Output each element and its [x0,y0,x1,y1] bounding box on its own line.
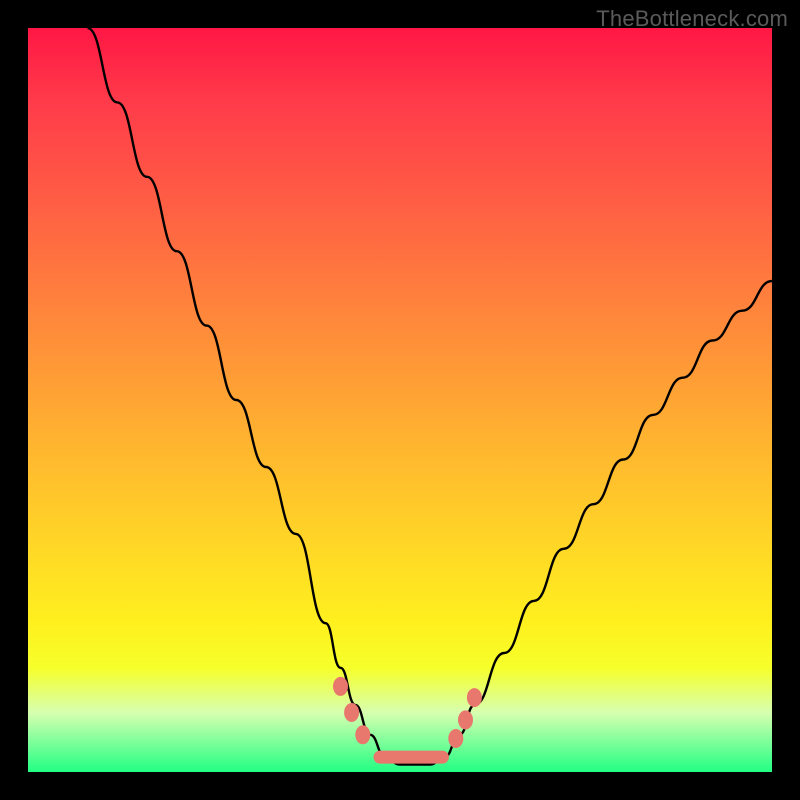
marker-dot-0 [334,677,348,695]
marker-dot-3 [449,730,463,748]
marker-dot-5 [467,689,481,707]
marker-group [334,677,482,747]
curve-layer [28,28,772,772]
marker-dot-1 [345,704,359,722]
bottleneck-curve [88,28,773,765]
credit-text: TheBottleneck.com [596,6,788,32]
chart-frame: TheBottleneck.com [0,0,800,800]
marker-dot-2 [356,726,370,744]
plot-area [28,28,772,772]
flat-segment-pill [374,751,448,763]
marker-dot-4 [459,711,473,729]
